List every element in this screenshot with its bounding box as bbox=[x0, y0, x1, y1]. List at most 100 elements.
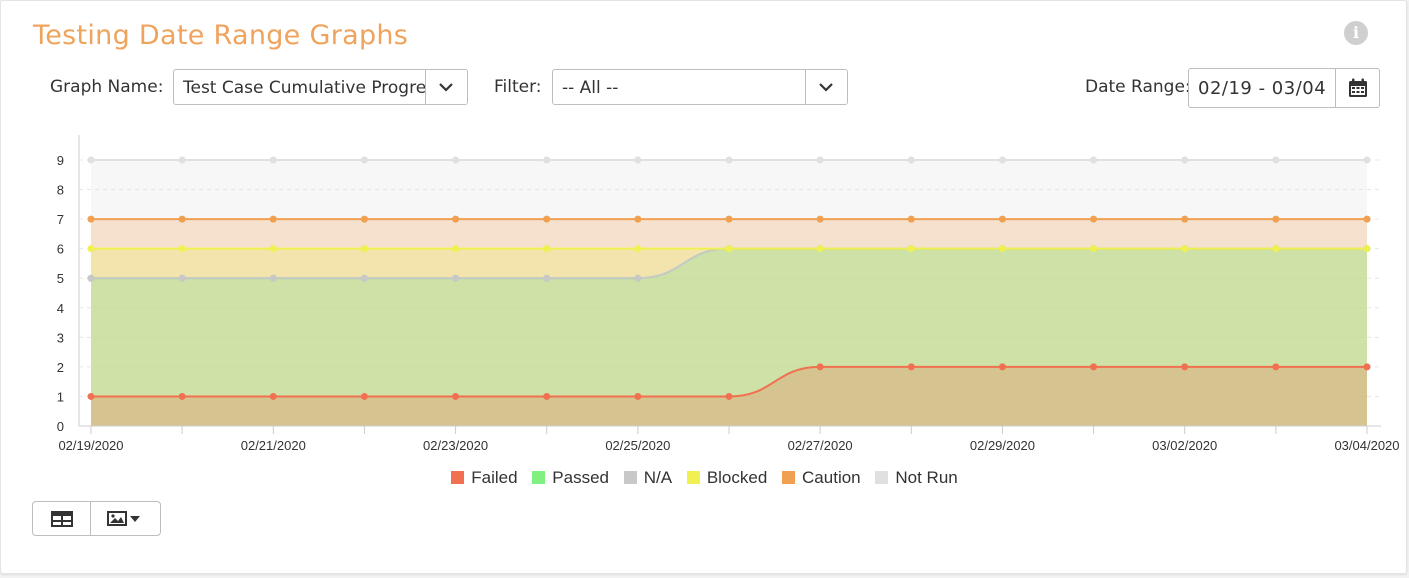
data-point-caution bbox=[998, 215, 1006, 223]
data-point-not-run bbox=[634, 156, 642, 164]
graph-name-label: Graph Name: bbox=[50, 77, 164, 97]
legend-item-not-run[interactable]: Not Run bbox=[875, 468, 958, 488]
data-point-blocked bbox=[1272, 245, 1280, 253]
data-point-blocked bbox=[269, 245, 277, 253]
data-point-not-run bbox=[360, 156, 368, 164]
data-point-blocked bbox=[725, 245, 733, 253]
data-point-caution bbox=[269, 215, 277, 223]
y-tick-label: 5 bbox=[57, 271, 64, 286]
data-point-failed bbox=[907, 363, 915, 371]
data-point-caution bbox=[907, 215, 915, 223]
data-point-not-run bbox=[998, 156, 1006, 164]
data-point-blocked bbox=[452, 245, 460, 253]
date-range-value: 02/19 - 03/04 bbox=[1198, 78, 1327, 99]
data-point-failed bbox=[725, 392, 733, 400]
data-point-not-run bbox=[178, 156, 186, 164]
calendar-button[interactable] bbox=[1335, 68, 1380, 108]
data-point-blocked bbox=[543, 245, 551, 253]
data-point-failed bbox=[1181, 363, 1189, 371]
legend-swatch-caution bbox=[782, 471, 796, 484]
data-point-n-a bbox=[543, 274, 551, 282]
legend-label-not-run: Not Run bbox=[895, 468, 958, 487]
data-point-n-a bbox=[87, 274, 95, 282]
data-point-failed bbox=[998, 363, 1006, 371]
y-tick-label: 4 bbox=[57, 301, 64, 316]
data-point-blocked bbox=[87, 245, 95, 253]
legend-item-caution[interactable]: Caution bbox=[782, 468, 861, 488]
data-point-blocked bbox=[1181, 245, 1189, 253]
data-point-n-a bbox=[269, 274, 277, 282]
data-point-n-a bbox=[452, 274, 460, 282]
y-tick-label: 8 bbox=[57, 183, 64, 198]
x-tick-label: 02/27/2020 bbox=[788, 438, 853, 453]
data-point-failed bbox=[543, 392, 551, 400]
data-point-caution bbox=[1363, 215, 1371, 223]
legend-item-passed[interactable]: Passed bbox=[532, 468, 609, 488]
data-point-not-run bbox=[452, 156, 460, 164]
data-point-not-run bbox=[907, 156, 915, 164]
filter-dropdown-button[interactable] bbox=[805, 70, 847, 104]
filter-select[interactable]: -- All -- bbox=[552, 69, 848, 105]
data-point-failed bbox=[1090, 363, 1098, 371]
info-circle-icon[interactable]: i bbox=[1344, 21, 1368, 45]
data-point-caution bbox=[178, 215, 186, 223]
data-point-not-run bbox=[816, 156, 824, 164]
export-image-button[interactable] bbox=[90, 502, 160, 535]
data-point-failed bbox=[452, 392, 460, 400]
data-point-caution bbox=[87, 215, 95, 223]
image-dropdown-icon bbox=[107, 511, 140, 526]
data-point-failed bbox=[1363, 363, 1371, 371]
y-tick-label: 3 bbox=[57, 330, 64, 345]
data-point-caution bbox=[634, 215, 642, 223]
data-point-blocked bbox=[907, 245, 915, 253]
x-tick-label: 02/25/2020 bbox=[605, 438, 670, 453]
data-point-failed bbox=[269, 392, 277, 400]
graph-name-select[interactable]: Test Case Cumulative Progress bbox=[173, 69, 468, 105]
data-point-not-run bbox=[1363, 156, 1371, 164]
data-point-failed bbox=[1272, 363, 1280, 371]
date-range-label: Date Range: bbox=[1085, 77, 1191, 97]
data-point-blocked bbox=[360, 245, 368, 253]
calendar-icon bbox=[1349, 78, 1367, 97]
graph-name-dropdown-button[interactable] bbox=[425, 70, 467, 104]
y-tick-label: 1 bbox=[57, 389, 64, 404]
chevron-down-icon bbox=[439, 83, 453, 92]
legend-item-failed[interactable]: Failed bbox=[451, 468, 518, 488]
data-point-n-a bbox=[634, 274, 642, 282]
view-table-button[interactable] bbox=[33, 502, 91, 535]
legend-label-passed: Passed bbox=[552, 468, 609, 487]
data-point-failed bbox=[360, 392, 368, 400]
legend-swatch-failed bbox=[451, 471, 465, 484]
data-point-blocked bbox=[998, 245, 1006, 253]
y-tick-label: 0 bbox=[57, 419, 64, 434]
data-point-n-a bbox=[178, 274, 186, 282]
x-tick-label: 02/19/2020 bbox=[58, 438, 123, 453]
data-point-blocked bbox=[1090, 245, 1098, 253]
data-point-failed bbox=[634, 392, 642, 400]
data-point-blocked bbox=[634, 245, 642, 253]
data-point-not-run bbox=[87, 156, 95, 164]
filter-value: -- All -- bbox=[562, 78, 619, 98]
x-tick-label: 02/21/2020 bbox=[241, 438, 306, 453]
y-tick-label: 6 bbox=[57, 242, 64, 257]
x-tick-label: 02/23/2020 bbox=[423, 438, 488, 453]
cumulative-progress-chart: 0 1 2 3 4 5 6 7 8 9 02/19/2020 02/21/2020 02/23/2020… bbox=[57, 135, 1400, 453]
data-point-blocked bbox=[816, 245, 824, 253]
date-range-input[interactable]: 02/19 - 03/04 bbox=[1188, 68, 1336, 108]
data-point-caution bbox=[452, 215, 460, 223]
legend-item-na[interactable]: N/A bbox=[623, 468, 672, 488]
data-point-caution bbox=[360, 215, 368, 223]
x-tick-label: 03/04/2020 bbox=[1334, 438, 1399, 453]
data-point-blocked bbox=[1363, 245, 1371, 253]
legend-label-failed: Failed bbox=[471, 468, 518, 487]
legend-item-blocked[interactable]: Blocked bbox=[686, 468, 767, 488]
y-tick-label: 7 bbox=[57, 212, 64, 227]
data-point-not-run bbox=[1090, 156, 1098, 164]
data-point-failed bbox=[178, 392, 186, 400]
y-tick-label: 9 bbox=[57, 153, 64, 168]
chart-toolbar bbox=[32, 501, 161, 536]
data-point-not-run bbox=[725, 156, 733, 164]
page-title: Testing Date Range Graphs bbox=[33, 20, 409, 51]
legend-swatch-na bbox=[623, 471, 637, 484]
data-point-caution bbox=[816, 215, 824, 223]
